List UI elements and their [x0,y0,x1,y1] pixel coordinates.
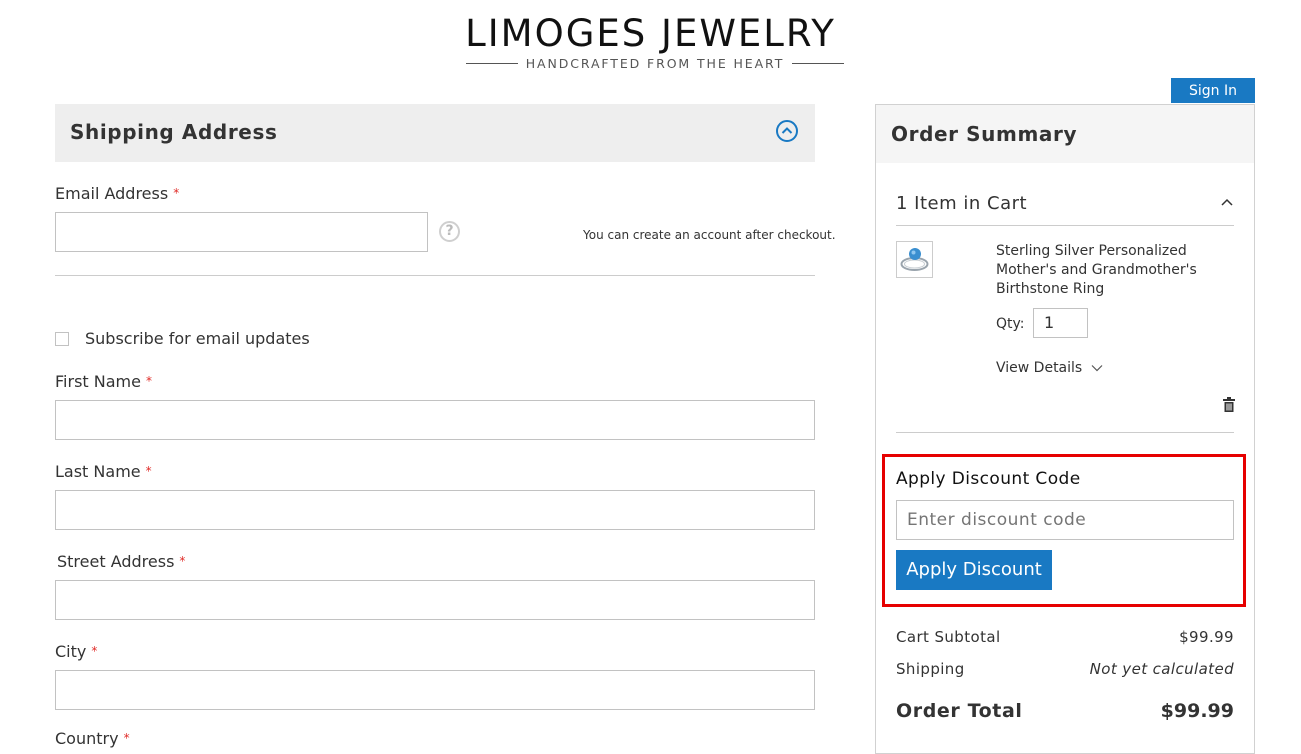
trash-icon[interactable] [1223,397,1235,412]
chevron-down-icon [1091,365,1103,372]
divider [896,225,1234,226]
city-label-text: City [55,642,87,661]
first-name-label: First Name * [55,372,152,391]
product-thumbnail [896,241,933,278]
subscribe-checkbox[interactable] [55,332,69,346]
logo-tagline-row: HANDCRAFTED FROM THE HEART [466,54,844,72]
chevron-up-icon[interactable] [1220,197,1234,207]
email-label-text: Email Address [55,184,169,203]
street-label-text: Street Address [57,552,175,571]
subscribe-label[interactable]: Subscribe for email updates [85,329,310,348]
city-label: City * [55,642,97,661]
qty-input[interactable]: 1 [1033,308,1088,338]
cart-subtotal-label: Cart Subtotal [896,628,1001,646]
street-address-field[interactable] [55,580,815,620]
email-hint: You can create an account after checkout… [583,228,836,242]
order-total-value: $99.99 [1160,700,1234,722]
logo-divider [466,62,518,64]
shipping-label: Shipping [896,660,965,678]
order-summary-header: Order Summary [876,105,1254,163]
first-name-label-text: First Name [55,372,141,391]
shipping-value: Not yet calculated [1089,660,1234,678]
order-total-label: Order Total [896,700,1023,722]
required-mark: * [123,731,130,745]
sign-in-button[interactable]: Sign In [1171,78,1255,103]
qty-label: Qty: [996,316,1025,332]
required-mark: * [145,374,152,388]
city-field[interactable] [55,670,815,710]
shipping-title: Shipping Address [70,120,278,144]
shipping-row: Shipping Not yet calculated [896,660,1234,678]
logo-tagline: HANDCRAFTED FROM THE HEART [525,55,785,71]
country-label: Country * [55,729,130,748]
cart-subtotal-value: $99.99 [1179,628,1234,646]
required-mark: * [179,554,186,568]
logo-divider [792,62,844,64]
last-name-label: Last Name * [55,462,152,481]
logo-title[interactable]: LIMOGES JEWELRY [0,12,1301,55]
divider [55,275,815,276]
view-details-toggle[interactable]: View Details [996,360,1103,376]
order-summary: Order Summary 1 Item in Cart Sterling Si… [875,104,1255,754]
order-summary-title: Order Summary [891,122,1078,146]
cart-subtotal-row: Cart Subtotal $99.99 [896,628,1234,646]
divider [896,432,1234,433]
view-details-label: View Details [996,360,1083,376]
country-label-text: Country [55,729,119,748]
apply-discount-button[interactable]: Apply Discount [896,550,1052,590]
discount-title[interactable]: Apply Discount Code [896,469,1081,489]
street-address-label: Street Address * [57,552,185,571]
shipping-section-header[interactable]: Shipping Address [55,104,815,162]
order-total-row: Order Total $99.99 [896,700,1234,722]
required-mark: * [145,464,152,478]
first-name-field[interactable] [55,400,815,440]
required-mark: * [91,644,98,658]
last-name-label-text: Last Name [55,462,141,481]
product-name: Sterling Silver Personalized Mother's an… [996,243,1197,297]
collapse-toggle-icon[interactable] [776,120,798,142]
help-icon[interactable]: ? [439,221,460,242]
items-in-cart-toggle[interactable]: 1 Item in Cart [896,193,1027,214]
required-mark: * [173,186,180,200]
discount-code-input[interactable] [896,500,1234,540]
last-name-field[interactable] [55,490,815,530]
email-label: Email Address * [55,184,179,203]
email-field[interactable] [55,212,428,252]
